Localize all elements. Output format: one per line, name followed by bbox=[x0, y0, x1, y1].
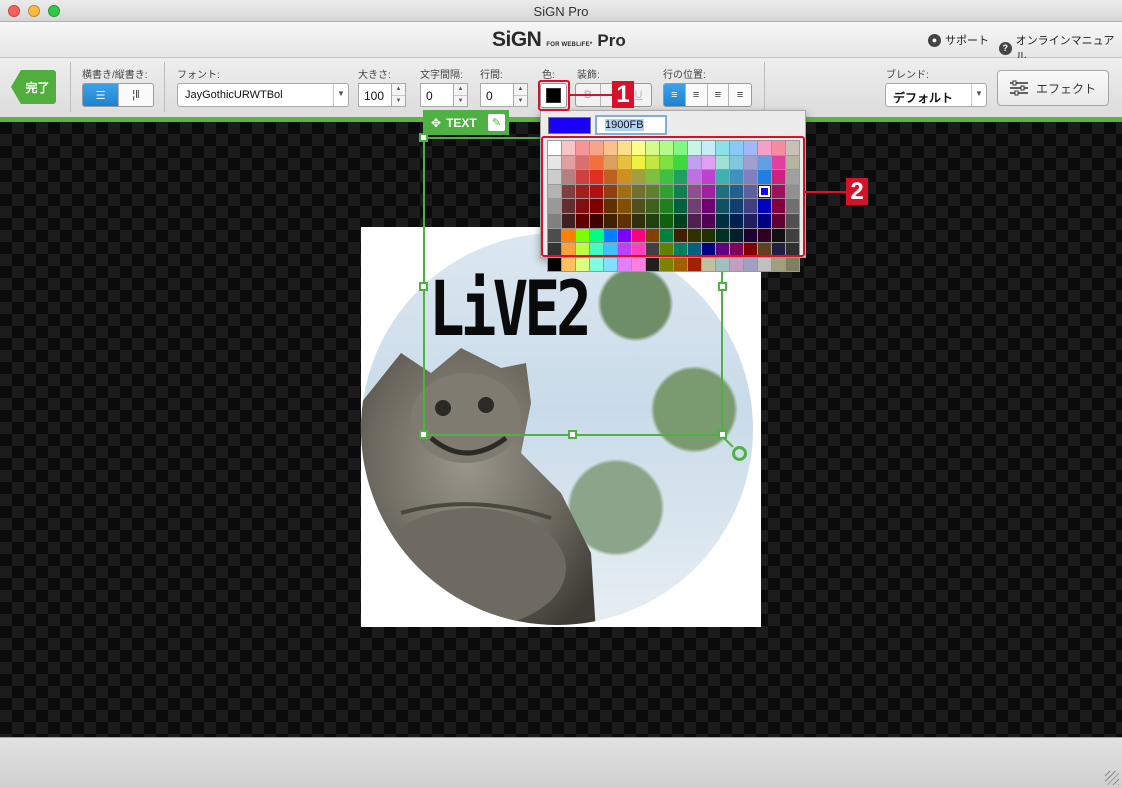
vertical-writing-button[interactable]: ¦‖ bbox=[119, 84, 153, 106]
align-right-icon: ≡ bbox=[714, 89, 722, 101]
orientation-toggle: ☰ ¦‖ bbox=[82, 83, 154, 107]
align-justify-button[interactable]: ≡ bbox=[729, 84, 751, 106]
chevron-down-icon: ▼ bbox=[971, 84, 986, 106]
line-spacing-value[interactable]: 0 bbox=[480, 83, 514, 107]
hex-color-input[interactable]: 1900FB bbox=[595, 115, 667, 135]
font-label: フォント: bbox=[177, 70, 220, 81]
alignment-toggle: ≡ ≡ ≡ ≡ bbox=[663, 83, 752, 107]
align-right-button[interactable]: ≡ bbox=[708, 84, 730, 106]
callout-2-highlight bbox=[541, 136, 805, 257]
color-swatch[interactable] bbox=[702, 257, 715, 272]
line-spacing-label: 行間: bbox=[480, 70, 503, 81]
text-tag-label: TEXT bbox=[446, 115, 477, 130]
text-layer-tag[interactable]: ✥ TEXT ✎ bbox=[423, 110, 509, 135]
resize-handle-bottom-left[interactable] bbox=[419, 430, 428, 439]
toolbar-divider bbox=[164, 62, 165, 112]
line-spacing-stepper[interactable]: 0 ▲ ▼ bbox=[480, 83, 528, 107]
person-icon: ● bbox=[928, 33, 941, 47]
status-footer bbox=[0, 737, 1122, 788]
color-swatch[interactable] bbox=[786, 257, 799, 272]
color-preview-swatch bbox=[548, 117, 591, 134]
decrement-icon[interactable]: ▼ bbox=[514, 96, 527, 107]
blend-label: ブレンド: bbox=[886, 70, 929, 81]
chevron-down-icon: ▼ bbox=[333, 84, 348, 106]
letter-spacing-stepper[interactable]: 0 ▲ ▼ bbox=[420, 83, 468, 107]
callout-2-badge: 2 bbox=[846, 178, 868, 205]
align-center-icon: ≡ bbox=[692, 89, 700, 101]
font-value: JayGothicURWTBol bbox=[185, 89, 283, 101]
toolbar-divider bbox=[70, 62, 71, 112]
color-swatch[interactable] bbox=[548, 257, 561, 272]
color-swatch[interactable] bbox=[618, 257, 631, 272]
resize-handle-left[interactable] bbox=[419, 282, 428, 291]
sliders-icon bbox=[1009, 80, 1028, 96]
blend-value: デフォルト bbox=[893, 91, 954, 105]
horizontal-text-icon: ☰ bbox=[95, 89, 106, 102]
decoration-label: 装飾: bbox=[577, 70, 600, 81]
increment-icon[interactable]: ▲ bbox=[454, 84, 467, 96]
toolbar-divider bbox=[764, 62, 765, 112]
color-swatch[interactable] bbox=[632, 257, 645, 272]
color-swatch[interactable] bbox=[730, 257, 743, 272]
move-icon: ✥ bbox=[431, 115, 442, 130]
font-select[interactable]: JayGothicURWTBol ▼ bbox=[177, 83, 349, 107]
increment-icon[interactable]: ▲ bbox=[514, 84, 527, 96]
edit-pencil-icon[interactable]: ✎ bbox=[488, 114, 505, 131]
callout-1-connector bbox=[570, 94, 612, 96]
color-swatch[interactable] bbox=[674, 257, 687, 272]
logo-pro-text: Pro bbox=[597, 31, 626, 50]
done-label: 完了 bbox=[25, 80, 50, 95]
align-left-button[interactable]: ≡ bbox=[664, 84, 686, 106]
color-swatch[interactable] bbox=[590, 257, 603, 272]
color-swatch[interactable] bbox=[576, 257, 589, 272]
hex-value: 1900FB bbox=[605, 119, 644, 131]
app-header: SiGN FOR WEBLiFE* Pro ● サポート ? オンラインマニュア… bbox=[0, 22, 1122, 63]
letter-spacing-value[interactable]: 0 bbox=[420, 83, 454, 107]
support-label: サポート bbox=[945, 35, 989, 47]
resize-handle-right[interactable] bbox=[718, 282, 727, 291]
decrement-icon[interactable]: ▼ bbox=[454, 96, 467, 107]
color-swatch[interactable] bbox=[646, 257, 659, 272]
title-bar: SiGN Pro bbox=[0, 0, 1122, 22]
align-justify-icon: ≡ bbox=[736, 89, 744, 101]
decrement-icon[interactable]: ▼ bbox=[392, 96, 405, 107]
alignment-label: 行の位置: bbox=[663, 70, 706, 81]
color-swatch[interactable] bbox=[688, 257, 701, 272]
color-swatch[interactable] bbox=[562, 257, 575, 272]
align-center-button[interactable]: ≡ bbox=[686, 84, 708, 106]
vertical-text-icon: ¦‖ bbox=[132, 89, 140, 101]
color-swatch[interactable] bbox=[758, 257, 771, 272]
size-stepper[interactable]: 100 ▲ ▼ bbox=[358, 83, 406, 107]
logo-main-text: SiGN bbox=[492, 28, 542, 51]
color-swatch[interactable] bbox=[604, 257, 617, 272]
align-left-icon: ≡ bbox=[671, 89, 678, 101]
horizontal-writing-button[interactable]: ☰ bbox=[83, 84, 119, 106]
support-link[interactable]: ● サポート bbox=[928, 32, 989, 48]
size-label: 大きさ: bbox=[358, 70, 391, 81]
question-icon: ? bbox=[999, 41, 1012, 55]
effect-label: エフェクト bbox=[1035, 81, 1096, 96]
color-swatch[interactable] bbox=[660, 257, 673, 272]
color-swatch[interactable] bbox=[772, 257, 785, 272]
orientation-label: 横書き/縦書き: bbox=[82, 70, 148, 81]
rotate-handle[interactable] bbox=[732, 446, 747, 461]
callout-1-highlight bbox=[538, 80, 570, 111]
callout-1-badge: 1 bbox=[612, 81, 634, 108]
logo-sub-text: FOR WEBLiFE* bbox=[546, 42, 593, 48]
callout-2-connector bbox=[805, 191, 846, 193]
resize-handle-top-left[interactable] bbox=[419, 133, 428, 142]
color-swatch[interactable] bbox=[744, 257, 757, 272]
window-title: SiGN Pro bbox=[533, 4, 589, 19]
size-value[interactable]: 100 bbox=[358, 83, 392, 107]
resize-handle-bottom[interactable] bbox=[568, 430, 577, 439]
resize-grip-icon[interactable] bbox=[1105, 771, 1119, 785]
blend-select[interactable]: デフォルト ▼ bbox=[885, 83, 987, 107]
letter-spacing-label: 文字間隔: bbox=[420, 70, 463, 81]
increment-icon[interactable]: ▲ bbox=[392, 84, 405, 96]
app-logo: SiGN FOR WEBLiFE* Pro bbox=[492, 28, 626, 52]
effect-button[interactable]: エフェクト bbox=[997, 70, 1109, 106]
color-label: 色: bbox=[542, 70, 555, 81]
color-swatch[interactable] bbox=[716, 257, 729, 272]
